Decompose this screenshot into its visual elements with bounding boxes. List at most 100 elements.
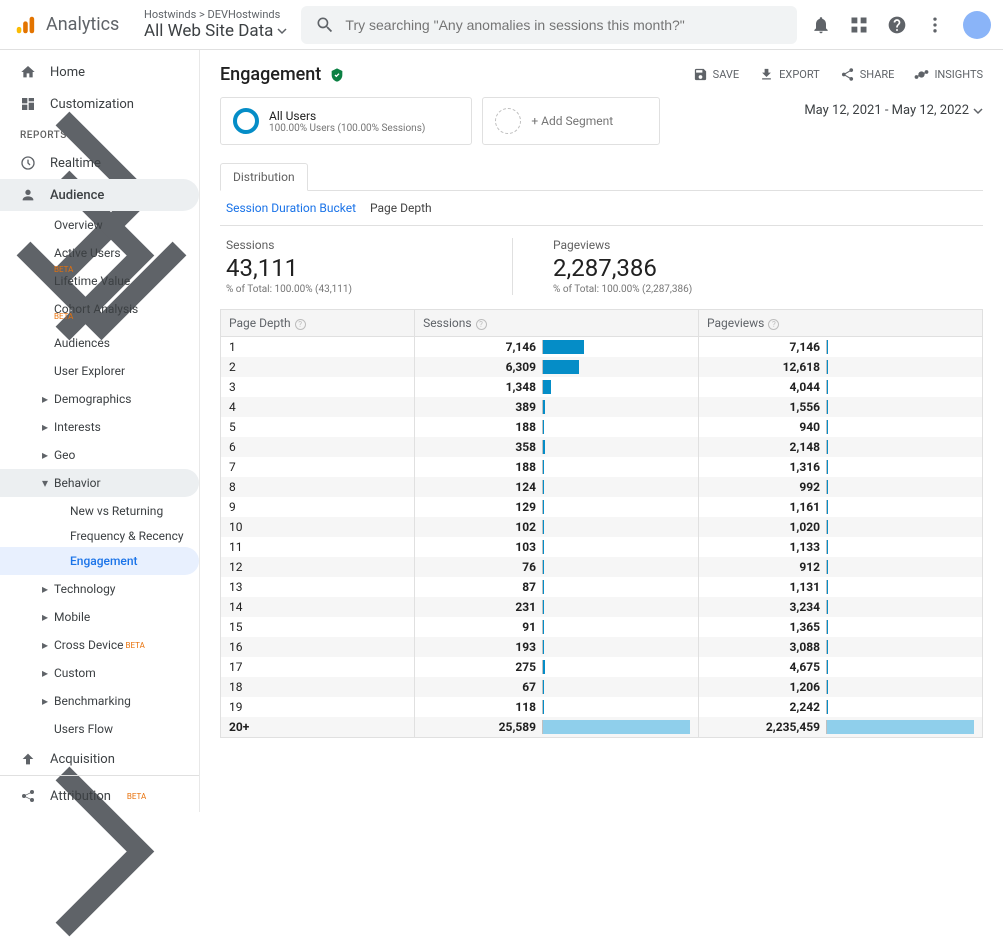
insights-icon [914,67,929,82]
table-row: 91291,161 [221,497,983,517]
help-icon[interactable]: ? [295,319,306,330]
beta-badge: BETA [127,792,146,801]
subnav-behavior[interactable]: ▾Behavior [0,469,199,497]
subnav-engagement[interactable]: Engagement [0,547,199,575]
nav-attribution[interactable]: AttributionBETA [0,780,199,812]
cell-pageviews: 940 [699,417,983,437]
apps-icon[interactable] [849,15,869,35]
subnav-users-flow[interactable]: Users Flow [0,715,199,743]
share-icon [840,67,855,82]
date-range-picker[interactable]: May 12, 2021 - May 12, 2022 [804,103,983,118]
verified-shield-icon [329,67,345,83]
app-header: Analytics Hostwinds > DEVHostwinds All W… [0,0,1003,50]
page-title: Engagement [220,64,321,85]
subnav-overview[interactable]: Overview [0,211,199,239]
logo-block[interactable]: Analytics [14,14,140,36]
cell-pageviews: 912 [699,557,983,577]
cell-sessions: 275 [415,657,699,677]
cell-sessions: 358 [415,437,699,457]
table-row: 8124992 [221,477,983,497]
col-pageviews[interactable]: Pageviews? [699,310,983,337]
sidebar: Home Customization REPORTS Realtime Audi… [0,50,200,812]
col-sessions[interactable]: Sessions? [415,310,699,337]
cell-pageviews: 3,088 [699,637,983,657]
subnav-cross-device[interactable]: ▸Cross DeviceBETA [0,631,199,659]
cell-pageviews: 1,206 [699,677,983,697]
subnav-audiences[interactable]: Audiences [0,329,199,357]
export-icon [759,67,774,82]
metric-pageviews: Pageviews 2,287,386 % of Total: 100.00% … [553,238,852,295]
search-box[interactable] [301,6,797,44]
cell-sessions: 118 [415,697,699,717]
help-icon[interactable]: ? [476,319,487,330]
main-content: Engagement SAVE EXPORT SHARE INSIGHTS Al… [200,50,1003,812]
share-button[interactable]: SHARE [840,67,895,82]
table-row: 172754,675 [221,657,983,677]
cell-sessions: 188 [415,417,699,437]
table-row: 111031,133 [221,537,983,557]
subtab-session-duration[interactable]: Session Duration Bucket [226,201,356,215]
insights-button[interactable]: INSIGHTS [914,67,983,82]
segment-all-users[interactable]: All Users 100.00% Users (100.00% Session… [220,97,472,145]
subnav-technology[interactable]: ▸Technology [0,575,199,603]
subnav-cohort[interactable]: Cohort AnalysisBETA [0,295,199,323]
breadcrumb: Hostwinds > DEVHostwinds [144,8,287,21]
beta-badge: BETA [126,641,145,650]
subtab-page-depth[interactable]: Page Depth [370,201,432,215]
subnav-geo[interactable]: ▸Geo [0,441,199,469]
property-selector[interactable]: Hostwinds > DEVHostwinds All Web Site Da… [144,8,287,41]
cell-pageviews: 2,242 [699,697,983,717]
table-row: 191182,242 [221,697,983,717]
cell-sessions: 231 [415,597,699,617]
cell-depth: 2 [221,357,415,377]
more-vert-icon[interactable] [925,15,945,35]
cell-depth: 12 [221,557,415,577]
help-icon[interactable]: ? [768,319,779,330]
cell-depth: 11 [221,537,415,557]
cell-depth: 9 [221,497,415,517]
subnav-user-explorer[interactable]: User Explorer [0,357,199,385]
header-actions [811,11,991,39]
col-page-depth[interactable]: Page Depth? [221,310,415,337]
title-actions: SAVE EXPORT SHARE INSIGHTS [693,67,983,82]
subnav-new-vs-returning[interactable]: New vs Returning [0,497,199,525]
cell-sessions: 129 [415,497,699,517]
nav-home[interactable]: Home [0,56,199,88]
cell-depth: 14 [221,597,415,617]
cell-sessions: 193 [415,637,699,657]
segment-add[interactable]: + Add Segment [482,97,660,145]
cell-depth: 18 [221,677,415,697]
subnav-demographics[interactable]: ▸Demographics [0,385,199,413]
subnav-benchmarking[interactable]: ▸Benchmarking [0,687,199,715]
search-input[interactable] [345,17,783,33]
subnav-custom[interactable]: ▸Custom [0,659,199,687]
cell-sessions: 91 [415,617,699,637]
cell-sessions: 76 [415,557,699,577]
cell-sessions: 6,309 [415,357,699,377]
metric-label: Sessions [226,238,352,252]
metrics-row: Sessions 43,111 % of Total: 100.00% (43,… [220,226,983,309]
beta-badge: BETA [54,265,73,274]
cell-sessions: 103 [415,537,699,557]
save-button[interactable]: SAVE [693,67,740,82]
export-button[interactable]: EXPORT [759,67,820,82]
subnav-frequency[interactable]: Frequency & Recency [0,525,199,547]
cell-depth: 7 [221,457,415,477]
table-row: 31,3484,044 [221,377,983,397]
cell-sessions: 87 [415,577,699,597]
expand-icon: ▸ [42,638,50,652]
subnav-mobile[interactable]: ▸Mobile [0,603,199,631]
title-row: Engagement SAVE EXPORT SHARE INSIGHTS [220,64,983,85]
cell-depth: 19 [221,697,415,717]
cell-pageviews: 4,044 [699,377,983,397]
expand-icon: ▸ [42,610,50,624]
subnav-interests[interactable]: ▸Interests [0,413,199,441]
help-icon[interactable] [887,15,907,35]
chevron-down-icon [277,26,287,36]
subnav-active-users[interactable]: Active Users [0,239,199,267]
subnav-lifetime-value[interactable]: Lifetime ValueBETA [0,267,199,295]
user-avatar[interactable] [963,11,991,39]
tab-distribution[interactable]: Distribution [220,163,308,191]
search-container [301,6,797,44]
bell-icon[interactable] [811,15,831,35]
